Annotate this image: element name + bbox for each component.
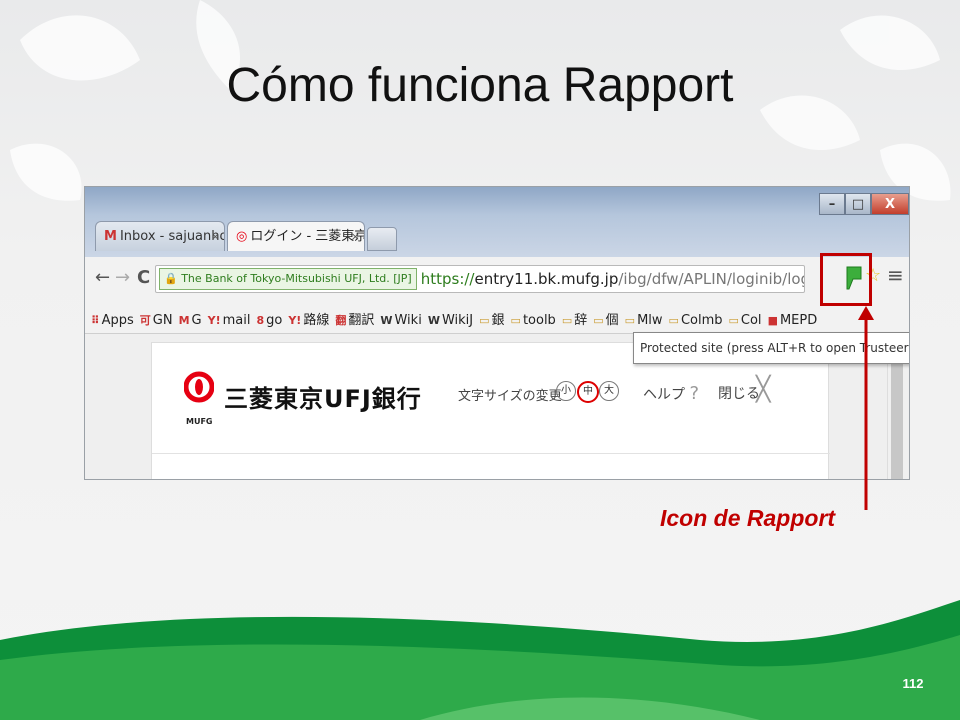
- new-tab-button[interactable]: [367, 227, 397, 251]
- bookmark-label: MEPD: [779, 313, 818, 328]
- rapport-tooltip: Protected site (press ALT+R to open Trus…: [633, 332, 909, 364]
- url-host: entry11.bk.mufg.jp: [474, 270, 619, 288]
- bookmarks-bar: ⠿ Apps 可 GN M G Y! mail 8 go Y! 路線翻翻訳 W Wiki W WikiJ ▭ 銀 ▭…: [85, 303, 909, 334]
- bookmark-icon: W: [380, 314, 393, 327]
- bookmark-label: G: [191, 313, 202, 328]
- bookmark-item[interactable]: ⠿ Apps: [91, 313, 134, 328]
- mufg-logo-icon: [184, 371, 214, 403]
- ev-certificate-badge[interactable]: 🔒 The Bank of Tokyo-Mitsubishi UFJ, Ltd.…: [159, 268, 417, 290]
- bookmark-label: Mlw: [637, 313, 663, 328]
- menu-icon[interactable]: ≡: [887, 263, 904, 287]
- bookmark-item[interactable]: ▭ Col: [729, 313, 762, 328]
- bookmark-icon: ▭: [728, 314, 739, 327]
- font-size-medium-button[interactable]: 中: [577, 381, 599, 403]
- tab-login[interactable]: ◎ ログイン - 三菱東京 ×: [227, 221, 365, 251]
- url-path: /ibg/dfw/APLIN/loginib/login?_TRANID=AA0…: [618, 270, 804, 288]
- reload-icon[interactable]: C: [137, 267, 150, 288]
- help-icon: ?: [689, 383, 700, 404]
- font-size-small-button[interactable]: 小: [556, 381, 576, 401]
- page-number: 112: [902, 676, 924, 691]
- ev-badge-label: The Bank of Tokyo-Mitsubishi UFJ, Ltd. […: [181, 272, 412, 285]
- bookmark-item[interactable]: ■ MEPD: [768, 313, 818, 328]
- tab-close-icon[interactable]: ×: [211, 222, 220, 251]
- bookmark-icon: Y!: [288, 314, 302, 327]
- bookmark-label: 路線: [303, 313, 330, 328]
- bookmark-item[interactable]: 8 go: [256, 313, 282, 328]
- scrollbar-thumb[interactable]: [891, 364, 903, 479]
- bookmark-icon: ▭: [510, 314, 521, 327]
- bookmark-label: 翻訳: [348, 313, 375, 328]
- bookmark-icon: ▭: [561, 314, 573, 327]
- bookmark-icon: ▭: [593, 314, 604, 327]
- tab-label: Inbox - sajuanhocl: [119, 229, 224, 244]
- tab-label: ログイン - 三菱東京: [250, 229, 365, 244]
- help-label: ヘルプ: [643, 387, 685, 403]
- bookmark-label: toolb: [522, 313, 556, 328]
- close-window-button[interactable]: X: [871, 193, 909, 215]
- bookmark-icon: ▭: [479, 314, 490, 327]
- bookmark-icon: 可: [139, 314, 151, 327]
- address-bar[interactable]: 🔒 The Bank of Tokyo-Mitsubishi UFJ, Ltd.…: [155, 265, 805, 293]
- gmail-icon: M: [104, 229, 117, 244]
- bookmark-item[interactable]: Y! 路線: [288, 309, 329, 328]
- minimize-button[interactable]: –: [819, 193, 845, 215]
- bookmark-label: Colmb: [680, 313, 723, 328]
- bookmark-icon: ⠿: [91, 314, 100, 327]
- bookmark-item[interactable]: Y! mail: [208, 313, 251, 328]
- bookmark-item[interactable]: 翻翻訳: [335, 309, 374, 328]
- bookmark-icon: W: [427, 314, 440, 327]
- bookmark-item[interactable]: ▭ 辞: [562, 309, 587, 328]
- browser-toolbar: ← → C 🔒 The Bank of Tokyo-Mitsubishi UFJ…: [85, 257, 909, 304]
- bookmark-item[interactable]: 可 GN: [140, 312, 173, 328]
- bookmark-label: WikiJ: [441, 313, 474, 328]
- lock-icon: 🔒: [164, 272, 178, 285]
- bookmark-icon: M: [178, 314, 190, 327]
- back-icon[interactable]: ←: [95, 267, 110, 288]
- bookmark-item[interactable]: W WikiJ: [428, 313, 473, 328]
- mufg-logo-text: MUFG: [186, 417, 213, 426]
- bookmark-item[interactable]: ▭ Colmb: [669, 313, 723, 328]
- rapport-highlight-box: [820, 253, 872, 306]
- bookmark-label: Col: [740, 313, 762, 328]
- slide-title: Cómo funciona Rapport: [226, 59, 734, 112]
- maximize-button[interactable]: □: [845, 193, 871, 215]
- bookmark-icon: 8: [256, 314, 265, 327]
- mufg-favicon-icon: ◎: [236, 229, 248, 244]
- tab-close-icon[interactable]: ×: [351, 222, 360, 251]
- bookmark-item[interactable]: ▭ Mlw: [625, 313, 663, 328]
- font-size-label: 文字サイズの変更: [458, 389, 562, 404]
- bookmark-icon: ▭: [624, 314, 636, 327]
- bookmark-item[interactable]: W Wiki: [380, 313, 421, 328]
- close-link[interactable]: 閉じる: [718, 383, 760, 403]
- bookmark-label: 個: [605, 313, 619, 328]
- bookmark-label: 辞: [574, 313, 588, 328]
- close-x-icon[interactable]: ╳: [756, 375, 770, 403]
- bookmark-icon: ■: [767, 314, 778, 327]
- bookmark-icon: Y!: [207, 314, 221, 327]
- bookmark-label: mail: [222, 313, 251, 328]
- bookmark-item[interactable]: ▭ toolb: [511, 313, 556, 328]
- tab-inbox[interactable]: MInbox - sajuanhocl ×: [95, 221, 225, 251]
- font-size-large-button[interactable]: 大: [599, 381, 619, 401]
- bookmark-label: Apps: [101, 313, 134, 328]
- bookmark-icon: 翻: [335, 314, 347, 327]
- bookmark-item[interactable]: ▭ 銀: [479, 309, 504, 328]
- url-scheme: https://: [420, 270, 475, 288]
- rapport-caption: Icon de Rapport: [660, 505, 836, 531]
- bookmark-icon: ▭: [668, 314, 679, 327]
- bank-name: 三菱東京UFJ銀行: [224, 385, 422, 413]
- browser-titlebar: – □ X MInbox - sajuanhocl × ◎ログイン - 三菱東京…: [85, 187, 909, 257]
- bookmark-label: GN: [152, 313, 173, 328]
- bookmark-label: Wiki: [394, 313, 422, 328]
- help-link[interactable]: ヘルプ ?: [643, 383, 699, 404]
- bookmark-item[interactable]: MG: [179, 313, 202, 328]
- bookmark-label: go: [266, 313, 283, 328]
- browser-screenshot: – □ X MInbox - sajuanhocl × ◎ログイン - 三菱東京…: [84, 186, 910, 480]
- forward-icon[interactable]: →: [115, 267, 130, 288]
- bookmark-item[interactable]: ▭ 個: [593, 309, 618, 328]
- bookmark-label: 銀: [491, 313, 505, 328]
